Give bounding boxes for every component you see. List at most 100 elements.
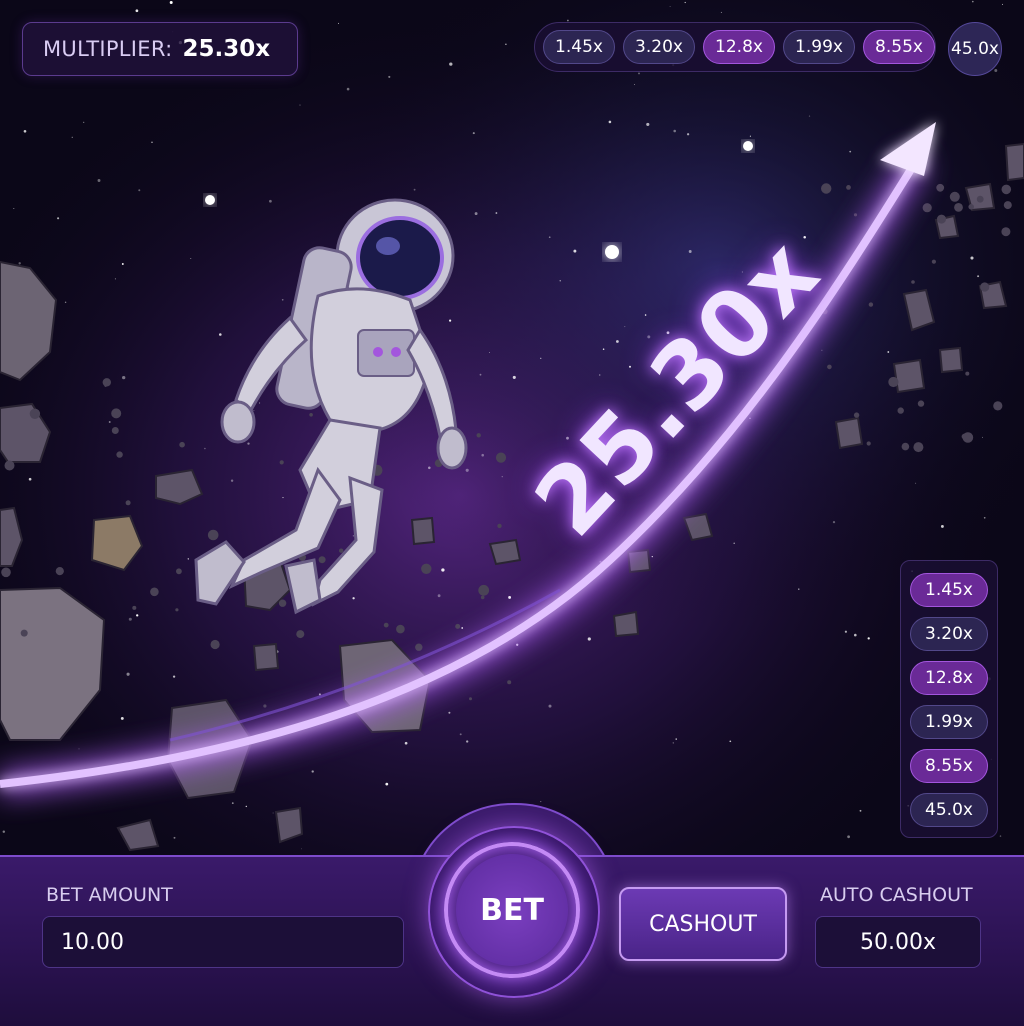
star: [608, 120, 612, 124]
small-rock: [901, 442, 910, 451]
star: [272, 812, 274, 814]
auto-cashout-label: AUTO CASHOUT: [820, 884, 973, 906]
small-rock: [102, 378, 112, 387]
star: [230, 479, 234, 482]
history-pill[interactable]: 45.0x: [910, 793, 988, 827]
history-pill[interactable]: 3.20x: [623, 30, 695, 64]
star: [122, 375, 126, 380]
star: [120, 716, 124, 720]
star: [97, 179, 101, 182]
star: [126, 672, 130, 676]
bet-amount-value: 10.00: [61, 929, 124, 955]
star: [999, 835, 1002, 837]
history-pill[interactable]: 12.8x: [703, 30, 775, 64]
star: [121, 263, 124, 265]
star: [245, 805, 248, 808]
small-rock: [827, 364, 832, 370]
star: [138, 189, 141, 192]
star: [388, 75, 391, 78]
star: [413, 188, 416, 191]
small-rock: [476, 433, 481, 438]
small-rock: [383, 622, 389, 628]
star: [624, 326, 626, 328]
star: [548, 236, 551, 239]
small-rock: [897, 407, 904, 414]
history-pill[interactable]: 1.99x: [910, 705, 988, 739]
small-rock: [507, 680, 512, 685]
history-pill[interactable]: 8.55x: [863, 30, 935, 64]
small-rock: [263, 704, 267, 708]
small-rock: [1001, 227, 1011, 237]
star: [57, 217, 60, 220]
history-pill[interactable]: 1.45x: [543, 30, 615, 64]
star: [646, 122, 650, 126]
star: [720, 11, 722, 13]
small-rock: [111, 408, 122, 419]
small-rock: [309, 413, 313, 417]
star: [172, 675, 176, 678]
star: [489, 352, 490, 353]
small-rock: [937, 214, 946, 224]
star: [136, 614, 139, 617]
small-rock: [949, 191, 960, 202]
star: [495, 212, 498, 214]
history-bar-top: 1.45x 3.20x 12.8x 1.99x 8.55x: [534, 22, 936, 72]
history-pill[interactable]: 8.55x: [910, 749, 988, 783]
small-rock: [478, 584, 490, 596]
star: [83, 121, 85, 123]
star: [573, 249, 577, 253]
star: [2, 830, 6, 833]
bet-button[interactable]: BET: [456, 854, 568, 966]
star: [301, 848, 302, 850]
star: [616, 340, 619, 343]
star: [346, 87, 350, 91]
small-rock: [480, 595, 485, 600]
small-rock: [888, 376, 899, 388]
star: [1001, 3, 1004, 5]
star: [867, 637, 870, 640]
small-rock: [20, 629, 28, 637]
history-pill[interactable]: 1.99x: [783, 30, 855, 64]
small-rock: [965, 371, 970, 376]
small-rock: [132, 605, 137, 610]
star: [540, 357, 542, 359]
small-rock: [421, 563, 432, 574]
history-pill[interactable]: 45.0x: [948, 22, 1002, 76]
star: [633, 83, 636, 86]
auto-cashout-input[interactable]: 50.00x: [815, 916, 981, 968]
star: [940, 524, 944, 528]
bright-star: [605, 245, 619, 259]
small-rock: [116, 451, 123, 458]
star: [428, 466, 431, 470]
star: [204, 447, 206, 450]
star: [23, 129, 27, 133]
small-rock: [853, 213, 858, 217]
small-rock: [111, 427, 119, 434]
small-rock: [821, 183, 832, 194]
star: [669, 6, 671, 8]
star: [686, 133, 690, 136]
star: [644, 314, 647, 316]
history-pill[interactable]: 3.20x: [910, 617, 988, 651]
history-pill[interactable]: 12.8x: [910, 661, 988, 695]
star: [247, 442, 250, 445]
star: [587, 637, 591, 641]
cashout-button-label: CASHOUT: [649, 911, 757, 937]
star: [749, 135, 751, 137]
star: [169, 1, 173, 4]
star: [71, 136, 73, 138]
star: [994, 69, 998, 72]
star: [859, 809, 862, 812]
bet-amount-input[interactable]: 10.00: [42, 916, 404, 968]
cashout-button[interactable]: CASHOUT: [619, 887, 787, 961]
star: [437, 594, 441, 598]
small-rock: [175, 608, 179, 612]
star: [501, 476, 503, 478]
star: [808, 115, 811, 117]
small-rock: [150, 587, 159, 597]
star: [821, 349, 823, 351]
history-pill[interactable]: 1.45x: [910, 573, 988, 607]
star: [803, 235, 806, 239]
star: [78, 748, 80, 750]
star: [259, 402, 261, 404]
